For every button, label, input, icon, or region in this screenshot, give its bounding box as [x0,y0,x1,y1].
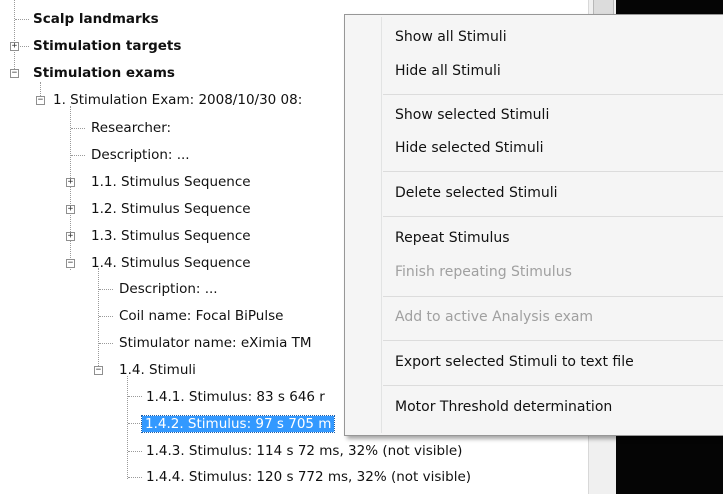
tree-node-exam[interactable]: 1. Stimulation Exam: 2008/10/30 08: [53,89,302,111]
menu-separator [383,385,723,386]
tree-node-sequence[interactable]: 1.4. Stimulus Sequence [91,252,251,274]
menu-separator [383,340,723,341]
menu-item-motor-threshold[interactable]: Motor Threshold determination [347,393,723,421]
tree-node-stimulation-exams[interactable]: Stimulation exams [33,62,175,84]
tree-connector [99,316,113,317]
tree-connector [128,396,142,397]
tree-connector [14,0,15,75]
tree-node-sequence[interactable]: 1.1. Stimulus Sequence [91,171,251,193]
collapse-minus-icon[interactable]: − [10,69,19,78]
tree-node-sequence[interactable]: 1.3. Stimulus Sequence [91,225,251,247]
tree-node-researcher[interactable]: Researcher: [91,117,171,139]
collapse-minus-icon[interactable]: − [94,366,103,375]
tree-connector [99,343,113,344]
menu-item-repeat-stimulus[interactable]: Repeat Stimulus [347,224,723,252]
menu-item-show-selected-stimuli[interactable]: Show selected Stimuli [347,101,723,129]
collapse-minus-icon[interactable]: − [36,96,45,105]
menu-item-export-stimuli[interactable]: Export selected Stimuli to text file [347,348,723,376]
menu-item-show-all-stimuli[interactable]: Show all Stimuli [347,23,723,51]
tree-node-stimulus[interactable]: 1.4.4. Stimulus: 120 s 772 ms, 32% (not … [146,466,471,488]
menu-item-hide-all-stimuli[interactable]: Hide all Stimuli [347,57,723,85]
tree-node-scalp-landmarks[interactable]: Scalp landmarks [33,8,159,30]
expand-plus-icon[interactable]: + [10,42,19,51]
tree-connector [70,106,71,270]
context-menu: Show all Stimuli Hide all Stimuli Show s… [344,14,723,436]
menu-separator [383,216,723,217]
tree-node-stimulator-name[interactable]: Stimulator name: eXimia TM [119,332,312,354]
tree-connector [98,268,99,370]
tree-connector [20,46,29,47]
menu-item-hide-selected-stimuli[interactable]: Hide selected Stimuli [347,134,723,162]
expand-plus-icon[interactable]: + [66,205,75,214]
tree-node-stimulation-targets[interactable]: Stimulation targets [33,35,181,57]
tree-connector [71,128,85,129]
menu-item-delete-selected-stimuli[interactable]: Delete selected Stimuli [347,179,723,207]
tree-node-sequence[interactable]: 1.2. Stimulus Sequence [91,198,251,220]
expand-plus-icon[interactable]: + [66,232,75,241]
menu-separator [383,94,723,95]
tree-node-description[interactable]: Description: ... [91,144,190,166]
tree-node-stimulus[interactable]: 1.4.3. Stimulus: 114 s 72 ms, 32% (not v… [146,440,462,462]
tree-node-stimuli[interactable]: 1.4. Stimuli [119,359,196,381]
tree-connector [15,19,29,20]
tree-connector [128,451,142,452]
menu-separator [383,171,723,172]
tree-connector [99,289,113,290]
tree-connector [128,423,142,424]
tree-node-sequence-description[interactable]: Description: ... [119,278,218,300]
selected-stimulus-label: 1.4.2. Stimulus: 97 s 705 m [140,415,336,433]
tree-node-stimulus[interactable]: 1.4.1. Stimulus: 83 s 646 r [146,386,325,408]
menu-separator [383,296,723,297]
tree-connector [127,376,128,479]
menu-item-add-to-analysis-exam: Add to active Analysis exam [395,309,594,325]
tree-node-coil-name[interactable]: Coil name: Focal BiPulse [119,305,283,327]
tree-connector [128,477,142,478]
collapse-minus-icon[interactable]: − [66,259,75,268]
tree-node-stimulus-selected[interactable]: 1.4.2. Stimulus: 97 s 705 m [140,413,336,435]
menu-item-finish-repeating-stimulus: Finish repeating Stimulus [395,264,572,280]
expand-plus-icon[interactable]: + [66,178,75,187]
tree-connector [71,155,85,156]
